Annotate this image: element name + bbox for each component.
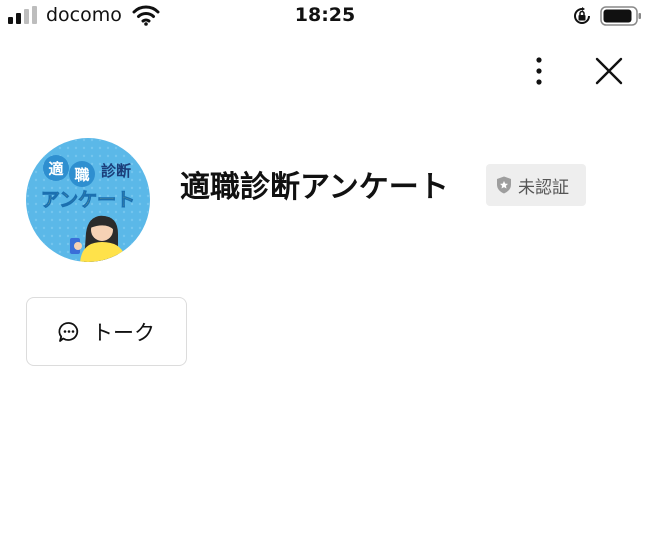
- talk-button[interactable]: トーク: [26, 297, 187, 366]
- battery-icon: [600, 6, 641, 26]
- more-vertical-icon: [536, 57, 542, 85]
- status-time: 18:25: [294, 4, 356, 26]
- avatar-text-1: 適: [48, 160, 63, 178]
- badge-label: 未認証: [518, 177, 569, 198]
- talk-button-label: トーク: [92, 320, 155, 345]
- close-button[interactable]: [590, 52, 628, 90]
- chat-bubble-icon: [58, 321, 79, 342]
- avatar-text-3: 診断: [101, 162, 131, 180]
- close-icon: [595, 57, 623, 85]
- avatar-text-2: 職: [74, 166, 89, 184]
- shield-icon: [497, 176, 511, 194]
- orientation-lock-icon: [574, 7, 590, 24]
- avatar-image: 適 職 診断 アンケート: [26, 138, 150, 262]
- status-bar: docomo 18:25: [0, 0, 650, 34]
- more-options-button[interactable]: [522, 52, 556, 90]
- verification-badge[interactable]: 未認証: [486, 164, 586, 206]
- account-name: 適職診断アンケート: [180, 170, 449, 205]
- account-profile-screen: docomo 18:25 適 職 診断 アンケート 適職診断アンケート 未認証 …: [0, 0, 650, 545]
- account-avatar[interactable]: 適 職 診断 アンケート: [26, 138, 150, 262]
- avatar-text-4: アンケート: [41, 189, 135, 211]
